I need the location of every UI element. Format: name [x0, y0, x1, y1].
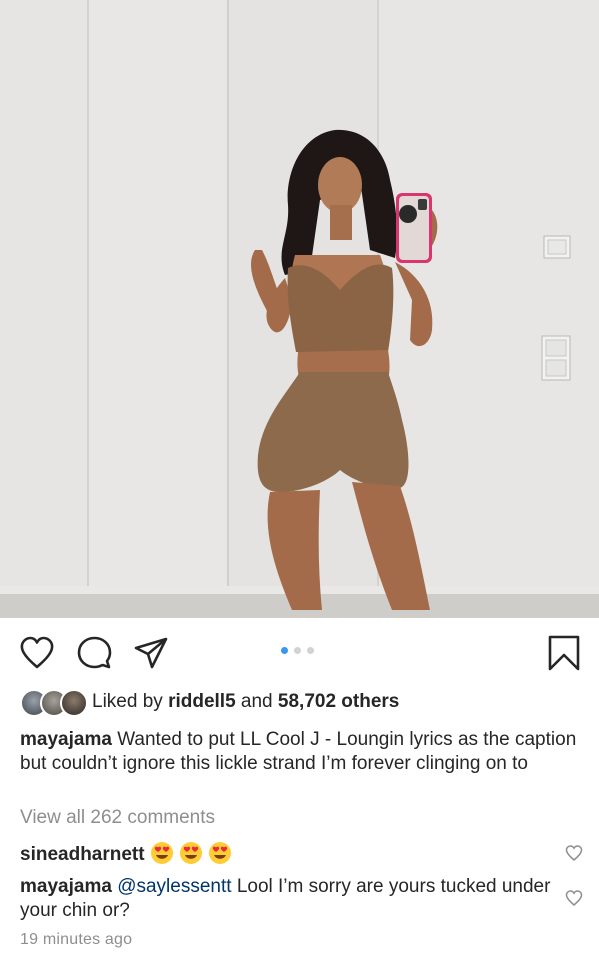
comment-username[interactable]: sineadharnett: [20, 844, 145, 865]
like-button[interactable]: [18, 634, 56, 672]
carousel-dot-2: [294, 647, 301, 654]
comment-username[interactable]: mayajama: [20, 876, 112, 897]
post-photo[interactable]: [0, 0, 599, 618]
liker-avatars: [20, 689, 90, 717]
likes-row[interactable]: Liked by riddell5 and 58,702 others: [20, 688, 399, 717]
likes-prefix: Liked by: [92, 691, 163, 712]
carousel-dot-3: [307, 647, 314, 654]
post-photo-illustration: [0, 0, 599, 618]
save-button[interactable]: [545, 634, 583, 672]
paper-plane-icon: [134, 637, 168, 669]
caption-username[interactable]: mayajama: [20, 729, 112, 750]
heart-icon: [20, 636, 54, 669]
comment-emojis: [150, 842, 237, 865]
avatar: [60, 689, 88, 717]
comment-row: sineadharnett: [20, 841, 555, 867]
liker-username[interactable]: riddell5: [168, 691, 236, 712]
comment-bubble-icon: [77, 636, 112, 669]
bookmark-icon: [548, 635, 580, 671]
carousel-indicator: [281, 647, 314, 655]
comment-like-button[interactable]: [565, 889, 583, 907]
comment-row: mayajama @saylessentt Lool I’m sorry are…: [20, 875, 555, 923]
likes-count[interactable]: 58,702 others: [278, 691, 399, 712]
likes-and: and: [240, 691, 273, 712]
comment-like-button[interactable]: [565, 844, 583, 862]
heart-eyes-emoji-icon: [179, 842, 202, 864]
post-caption: mayajama Wanted to put LL Cool J - Loung…: [20, 728, 580, 776]
post-timestamp: 19 minutes ago: [20, 931, 133, 948]
heart-eyes-emoji-icon: [150, 842, 173, 864]
view-all-comments-link[interactable]: View all 262 comments: [20, 807, 215, 829]
likes-summary: Liked by riddell5 and 58,702 others: [92, 691, 399, 713]
comment-mention[interactable]: @saylessentt: [117, 876, 231, 897]
comment-button[interactable]: [75, 634, 113, 672]
share-button[interactable]: [132, 634, 170, 672]
heart-eyes-emoji-icon: [208, 842, 231, 864]
carousel-dot-1: [281, 647, 288, 654]
